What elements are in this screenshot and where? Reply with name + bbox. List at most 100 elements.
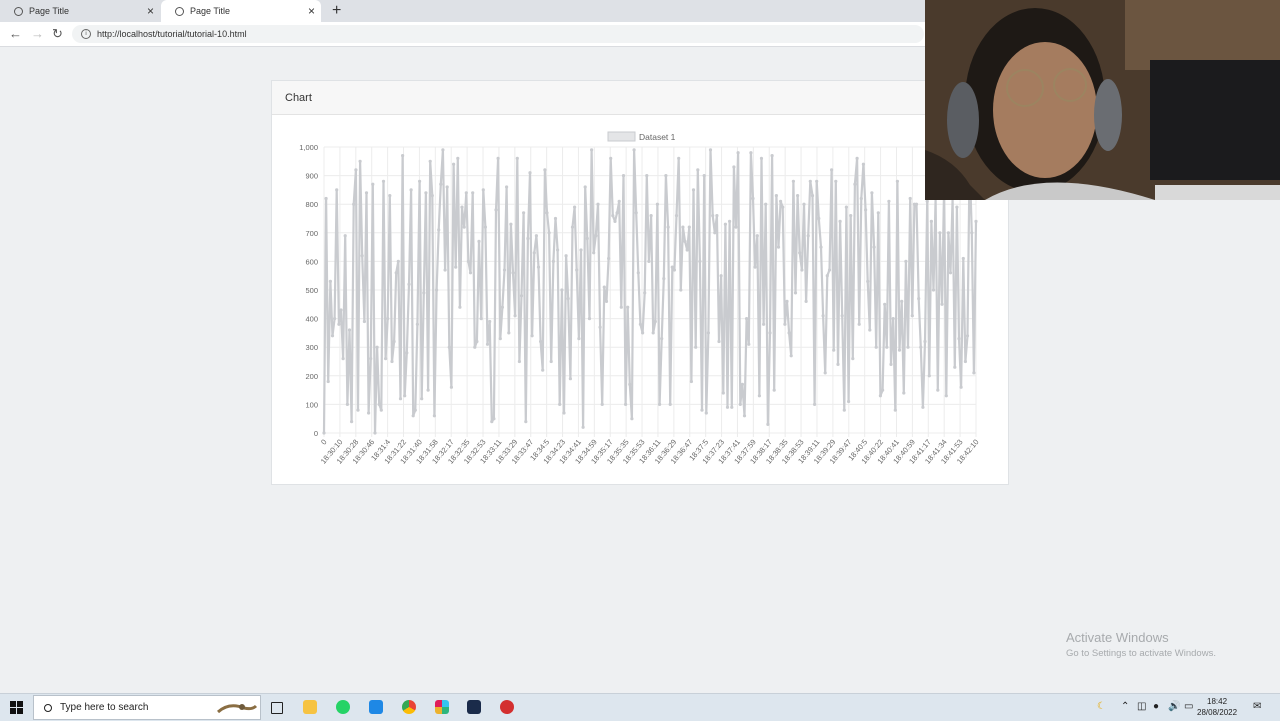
data-point[interactable] [643,291,647,295]
data-point[interactable] [475,339,479,344]
data-point[interactable] [866,279,870,283]
data-point[interactable] [940,302,944,306]
data-point[interactable] [339,308,343,312]
data-point[interactable] [390,359,394,364]
data-point[interactable] [938,231,942,235]
data-point[interactable] [598,325,602,329]
data-point[interactable] [566,297,570,301]
data-point[interactable] [477,239,481,243]
data-point[interactable] [785,299,789,303]
data-point[interactable] [452,162,456,166]
forward-arrow-icon[interactable]: → [31,26,44,41]
data-point[interactable] [392,339,396,344]
data-point[interactable] [377,402,381,406]
data-point[interactable] [464,191,468,195]
data-point[interactable] [341,357,345,361]
data-point[interactable] [900,299,904,303]
data-point[interactable] [498,337,502,341]
microphone-icon[interactable]: ● [1153,701,1159,712]
data-point[interactable] [617,199,621,203]
data-point[interactable] [917,297,921,301]
back-arrow-icon[interactable]: ← [9,26,22,41]
data-point[interactable] [753,265,757,269]
data-point[interactable] [649,214,653,218]
data-point[interactable] [883,302,887,306]
data-point[interactable] [530,334,534,338]
data-point[interactable] [645,174,649,178]
chevron-up-icon[interactable]: ⌃ [1121,701,1129,712]
data-point[interactable] [575,268,579,272]
data-point[interactable] [507,331,511,335]
data-point[interactable] [725,405,730,409]
data-point[interactable] [424,191,428,195]
data-point[interactable] [415,322,419,326]
site-info-icon[interactable]: i [81,29,91,39]
data-point[interactable] [647,259,651,263]
data-point[interactable] [641,331,645,335]
data-point[interactable] [439,182,443,186]
data-point[interactable] [734,225,738,229]
data-point[interactable] [581,425,585,429]
data-point[interactable] [668,402,672,406]
data-point[interactable] [936,388,940,392]
vscode-icon[interactable] [369,700,383,714]
data-point[interactable] [844,205,849,209]
data-point[interactable] [740,382,744,386]
data-point[interactable] [401,154,405,158]
data-point[interactable] [556,248,560,252]
data-point[interactable] [335,188,339,192]
data-point[interactable] [672,268,676,272]
data-point[interactable] [350,420,354,424]
data-point[interactable] [432,414,436,418]
data-point[interactable] [364,191,369,195]
data-point[interactable] [543,168,547,172]
data-point[interactable] [859,196,863,201]
data-point[interactable] [594,234,598,238]
data-point[interactable] [462,225,466,229]
close-tab-icon[interactable]: × [147,4,154,18]
data-point[interactable] [766,422,770,426]
task-view-icon[interactable] [271,702,283,714]
data-point[interactable] [333,317,337,321]
data-point[interactable] [330,334,335,338]
notifications-icon[interactable]: ✉ [1253,701,1261,712]
data-point[interactable] [384,357,388,361]
data-point[interactable] [840,314,844,318]
data-point[interactable] [717,339,721,344]
data-point[interactable] [694,345,698,349]
system-clock[interactable]: 18:42 28/08/2022 [1197,696,1237,718]
data-point[interactable] [970,231,974,235]
data-point[interactable] [422,291,426,295]
data-point[interactable] [791,179,796,183]
data-point[interactable] [409,188,413,192]
data-point[interactable] [492,417,496,421]
data-point[interactable] [885,345,889,349]
data-point[interactable] [515,156,519,160]
data-point[interactable] [447,345,451,349]
data-point[interactable] [619,305,623,309]
data-point[interactable] [636,271,640,275]
data-point[interactable] [343,234,347,238]
data-point[interactable] [747,342,751,346]
data-point[interactable] [861,162,866,166]
data-point[interactable] [456,156,460,160]
data-point[interactable] [420,397,424,401]
data-point[interactable] [381,179,386,183]
data-point[interactable] [615,211,619,215]
data-point[interactable] [677,156,681,160]
data-point[interactable] [823,371,827,375]
data-point[interactable] [974,219,978,223]
data-point[interactable] [430,194,434,198]
data-point[interactable] [751,196,755,201]
data-point[interactable] [702,174,706,178]
data-point[interactable] [666,225,670,229]
data-point[interactable] [853,182,857,186]
data-point[interactable] [375,345,379,349]
data-point[interactable] [736,151,740,155]
data-point[interactable] [664,174,668,178]
data-point[interactable] [961,256,965,261]
data-point[interactable] [590,148,594,152]
data-point[interactable] [613,219,617,223]
legend-swatch[interactable] [607,131,636,142]
data-point[interactable] [592,251,596,255]
